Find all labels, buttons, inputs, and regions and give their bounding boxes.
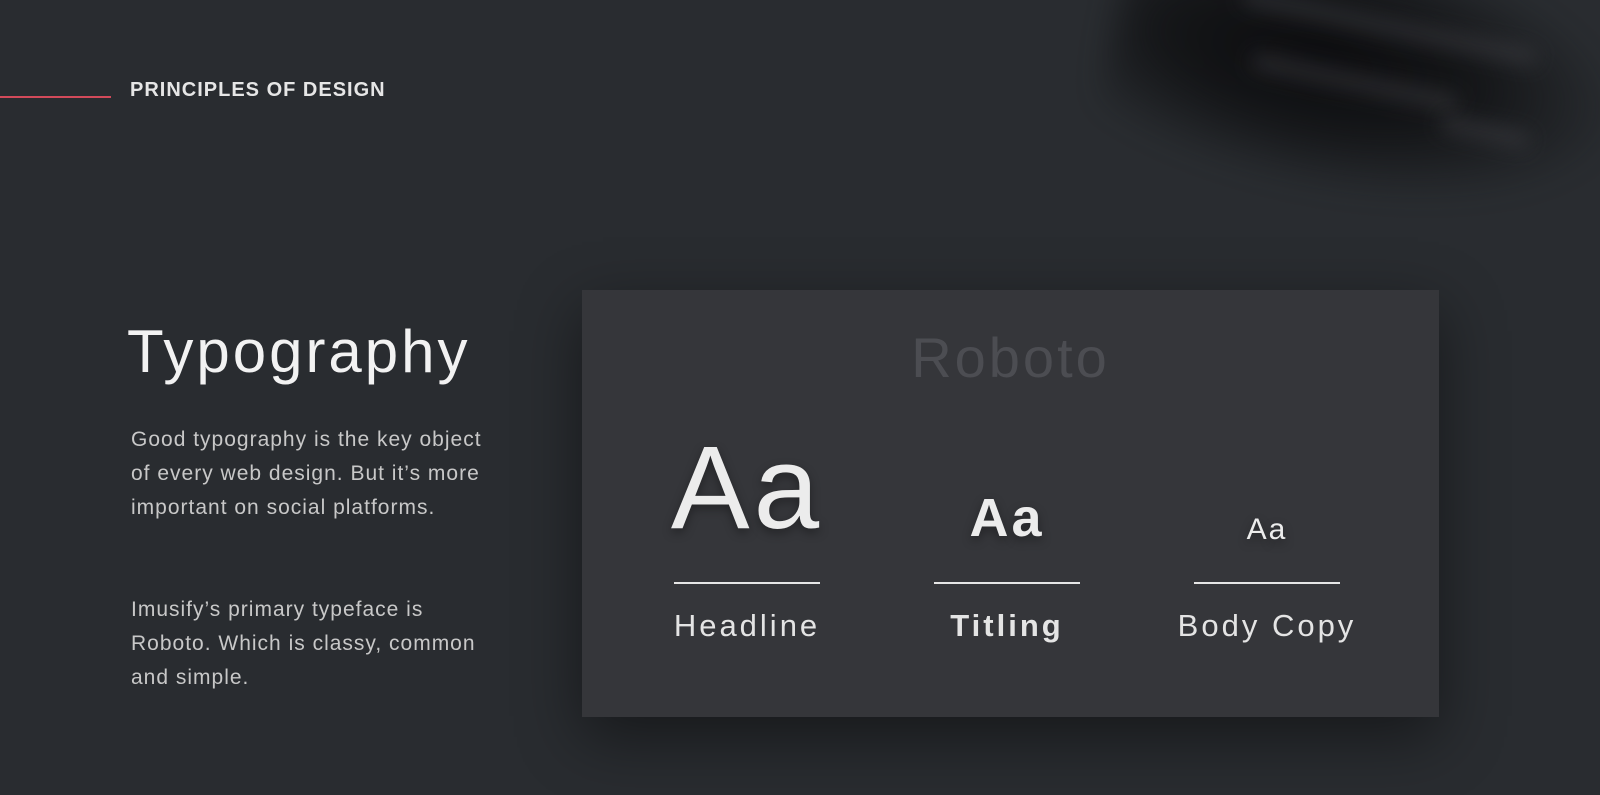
specimen-label: Titling <box>950 608 1064 643</box>
specimen-titling: Aa Titling <box>877 290 1137 717</box>
specimen-divider <box>934 582 1080 584</box>
typeface-description: Imusify’s primary typeface is Roboto. Wh… <box>131 598 476 689</box>
typography-heading: Typography <box>127 318 471 385</box>
design-principles-page: PRINCIPLES OF DESIGN Typography Good typ… <box>0 0 1600 795</box>
typography-description: Good typography is the key object of eve… <box>131 428 482 519</box>
specimen-sample: Aa <box>670 422 824 554</box>
section-title: PRINCIPLES OF DESIGN <box>130 79 386 101</box>
specimen-body-copy: Aa Body Copy <box>1137 290 1397 717</box>
section-accent-line <box>0 96 111 98</box>
specimen-sample: Aa <box>1246 513 1288 546</box>
specimen-label: Body Copy <box>1177 608 1357 643</box>
specimen-divider <box>1194 582 1340 584</box>
blurred-background-decoration <box>1088 0 1600 252</box>
typeface-specimen-card: Roboto Aa Headline Aa Titling Aa Body Co… <box>582 290 1439 717</box>
specimen-divider <box>674 582 820 584</box>
specimen-headline: Aa Headline <box>617 290 877 717</box>
specimen-sample: Aa <box>969 488 1045 548</box>
specimen-label: Headline <box>673 608 821 643</box>
